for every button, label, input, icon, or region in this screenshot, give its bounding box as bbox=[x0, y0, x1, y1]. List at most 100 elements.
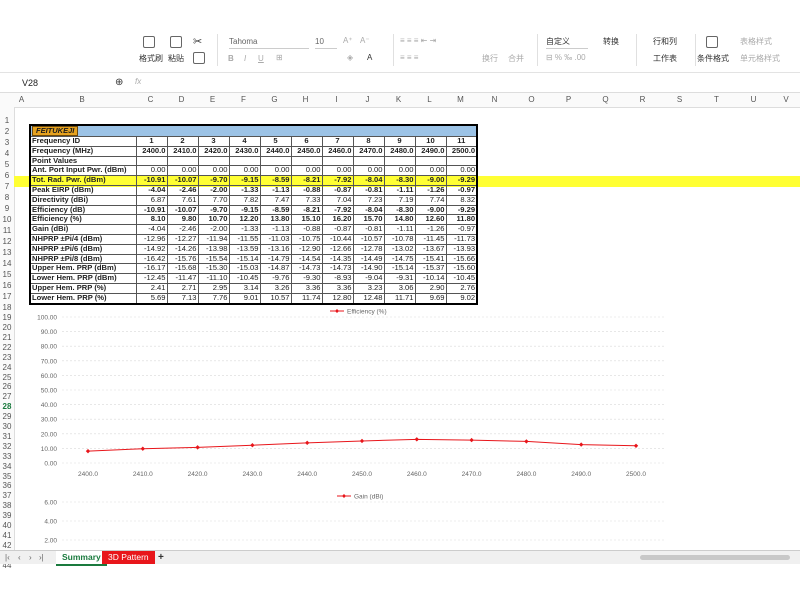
table-cell[interactable]: 7.47 bbox=[259, 194, 292, 206]
table-cell[interactable]: -15.30 bbox=[197, 263, 230, 275]
table-cell[interactable]: -10.45 bbox=[445, 273, 478, 284]
column-header[interactable]: K bbox=[383, 93, 414, 107]
rows-cols-button[interactable]: 行和列 bbox=[653, 36, 677, 47]
column-header[interactable]: G bbox=[259, 93, 290, 107]
table-cell[interactable]: -13.16 bbox=[259, 243, 292, 255]
table-cell[interactable]: 16.20 bbox=[321, 214, 354, 226]
row-label-cell[interactable]: NHPRP ±Pi/4 (dBm) bbox=[29, 233, 137, 245]
format-painter-icon[interactable] bbox=[143, 36, 155, 48]
tab-3d-pattern[interactable]: 3D Pattern bbox=[102, 551, 155, 564]
table-cell[interactable] bbox=[135, 155, 168, 167]
table-style-button[interactable]: 表格样式 bbox=[740, 36, 772, 47]
cond-format-icon[interactable] bbox=[706, 36, 718, 48]
table-cell[interactable]: 2410.0 bbox=[166, 145, 199, 157]
table-cell[interactable]: 0.00 bbox=[321, 165, 354, 177]
table-cell[interactable]: -1.11 bbox=[383, 184, 416, 196]
border-icon[interactable]: ⊞ bbox=[276, 53, 283, 62]
table-cell[interactable]: -1.33 bbox=[228, 224, 261, 235]
table-cell[interactable]: -11.03 bbox=[259, 233, 292, 245]
row-label-cell[interactable]: NHPRP ±Pi/6 (dBm) bbox=[29, 243, 137, 255]
number-format-select[interactable]: 自定义 bbox=[546, 35, 588, 49]
table-cell[interactable]: -8.30 bbox=[383, 175, 416, 186]
table-cell[interactable]: -15.41 bbox=[414, 253, 447, 265]
table-cell[interactable] bbox=[259, 155, 292, 167]
last-sheet-icon[interactable]: ›| bbox=[39, 551, 44, 564]
table-cell[interactable]: 7.82 bbox=[228, 194, 261, 206]
table-cell[interactable] bbox=[290, 155, 323, 167]
align-bottom-icons[interactable]: ≡ ≡ ≡ bbox=[400, 53, 418, 62]
table-cell[interactable]: 2490.0 bbox=[414, 145, 447, 157]
cut-icon[interactable]: ✂ bbox=[193, 35, 202, 48]
row-header[interactable]: 4 bbox=[0, 149, 14, 159]
table-cell[interactable]: 7.70 bbox=[197, 194, 230, 206]
table-cell[interactable]: 2430.0 bbox=[228, 145, 261, 157]
table-cell[interactable]: -14.87 bbox=[259, 263, 292, 275]
table-cell[interactable]: 15.10 bbox=[290, 214, 323, 226]
table-cell[interactable]: -0.87 bbox=[321, 224, 354, 235]
row-header[interactable]: 14 bbox=[0, 259, 14, 269]
table-cell[interactable]: 2.95 bbox=[197, 282, 230, 294]
table-cell[interactable]: 5 bbox=[259, 136, 292, 147]
table-cell[interactable]: 2440.0 bbox=[259, 145, 292, 157]
table-cell[interactable]: -1.26 bbox=[414, 184, 447, 196]
table-cell[interactable]: -11.47 bbox=[166, 273, 199, 284]
table-cell[interactable] bbox=[414, 155, 447, 167]
table-cell[interactable]: 12.48 bbox=[352, 292, 385, 305]
table-cell[interactable]: -10.07 bbox=[166, 175, 199, 186]
zoom-icon[interactable]: ⊕ bbox=[115, 77, 123, 88]
column-header[interactable]: H bbox=[290, 93, 321, 107]
table-cell[interactable]: 0.00 bbox=[352, 165, 385, 177]
column-header[interactable]: S bbox=[661, 93, 698, 107]
number-icons[interactable]: ⊟ % ‰ .00 bbox=[546, 53, 586, 62]
tab-summary[interactable]: Summary bbox=[56, 551, 107, 566]
table-cell[interactable]: -11.10 bbox=[197, 273, 230, 284]
table-cell[interactable]: 3.23 bbox=[352, 282, 385, 294]
table-cell[interactable]: -14.35 bbox=[321, 253, 354, 265]
table-cell[interactable]: 0.00 bbox=[166, 165, 199, 177]
table-cell[interactable]: 0.00 bbox=[135, 165, 168, 177]
table-cell[interactable]: 2500.0 bbox=[445, 145, 478, 157]
table-cell[interactable]: 3.36 bbox=[290, 282, 323, 294]
row-header[interactable]: 10 bbox=[0, 215, 14, 225]
table-cell[interactable]: -10.07 bbox=[166, 204, 199, 216]
table-cell[interactable]: -15.14 bbox=[383, 263, 416, 275]
table-cell[interactable]: -8.04 bbox=[352, 204, 385, 216]
table-cell[interactable]: -9.00 bbox=[414, 175, 447, 186]
table-cell[interactable]: 11 bbox=[445, 136, 478, 147]
next-sheet-icon[interactable]: › bbox=[29, 551, 32, 564]
table-cell[interactable]: 14.80 bbox=[383, 214, 416, 226]
column-header[interactable]: I bbox=[321, 93, 352, 107]
table-cell[interactable]: -15.60 bbox=[445, 263, 478, 275]
column-header[interactable]: U bbox=[735, 93, 772, 107]
table-cell[interactable]: 9.02 bbox=[445, 292, 478, 305]
row-header[interactable]: 11 bbox=[0, 226, 14, 236]
table-cell[interactable]: 2450.0 bbox=[290, 145, 323, 157]
table-cell[interactable]: -0.97 bbox=[445, 184, 478, 196]
column-header[interactable]: O bbox=[513, 93, 550, 107]
row-header[interactable]: 15 bbox=[0, 270, 14, 280]
table-cell[interactable]: 9.01 bbox=[228, 292, 261, 305]
table-cell[interactable]: 15.70 bbox=[352, 214, 385, 226]
table-cell[interactable]: 7.04 bbox=[321, 194, 354, 206]
column-header[interactable]: N bbox=[476, 93, 513, 107]
table-cell[interactable]: -10.91 bbox=[135, 204, 168, 216]
shrink-font-icon[interactable]: A⁻ bbox=[360, 36, 370, 45]
table-cell[interactable]: -1.33 bbox=[228, 184, 261, 196]
table-cell[interactable]: 10.70 bbox=[197, 214, 230, 226]
table-cell[interactable]: -15.03 bbox=[228, 263, 261, 275]
row-header[interactable]: 5 bbox=[0, 160, 14, 170]
table-cell[interactable]: -15.66 bbox=[445, 253, 478, 265]
row-label-cell[interactable]: Upper Hem. PRP (%) bbox=[29, 282, 137, 294]
table-cell[interactable]: 12.60 bbox=[414, 214, 447, 226]
row-label-cell[interactable]: Directivity (dBi) bbox=[29, 194, 137, 206]
table-cell[interactable]: -11.45 bbox=[414, 233, 447, 245]
table-cell[interactable]: 2400.0 bbox=[135, 145, 168, 157]
name-box[interactable]: V28 bbox=[22, 76, 102, 90]
table-cell[interactable]: -2.00 bbox=[197, 224, 230, 235]
table-cell[interactable]: -12.96 bbox=[135, 233, 168, 245]
table-cell[interactable]: -14.49 bbox=[352, 253, 385, 265]
table-cell[interactable]: 7.19 bbox=[383, 194, 416, 206]
row-header[interactable]: 17 bbox=[0, 292, 14, 302]
table-cell[interactable] bbox=[352, 155, 385, 167]
table-cell[interactable]: -12.90 bbox=[290, 243, 323, 255]
